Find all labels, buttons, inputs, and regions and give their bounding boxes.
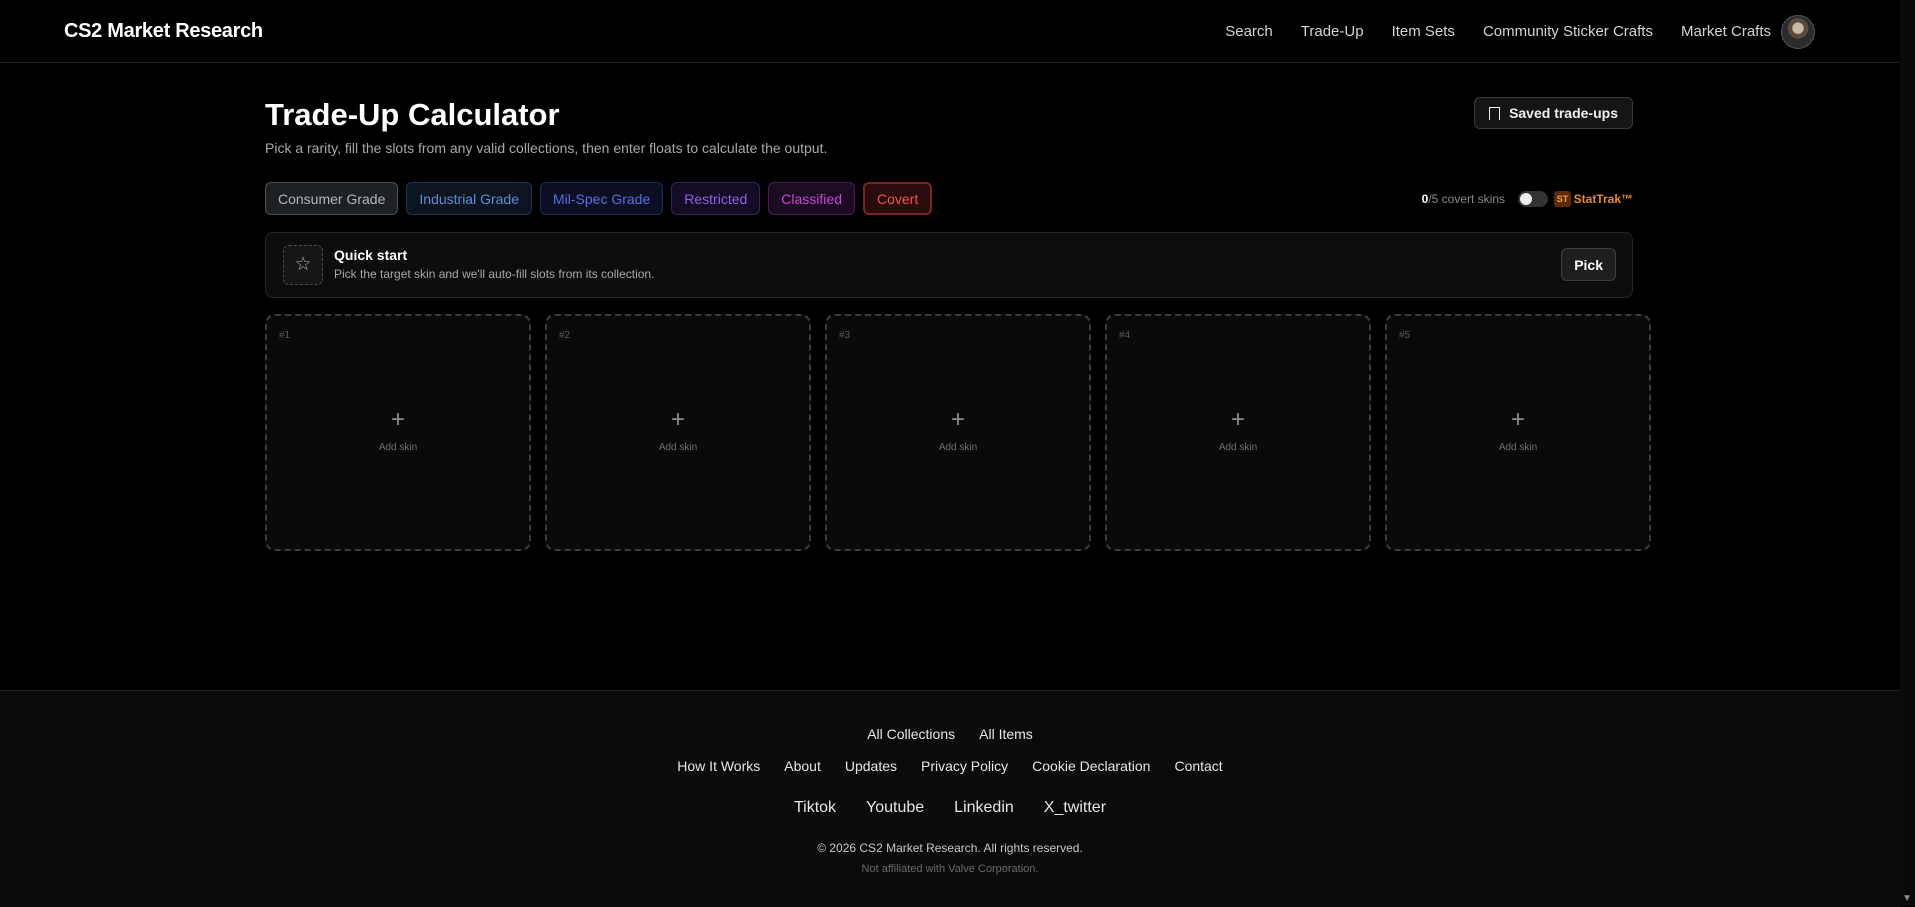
brand-logo[interactable]: CS2 Market Research xyxy=(64,20,263,43)
footer-social-links: Tiktok Youtube Linkedin X_twitter xyxy=(0,799,1900,817)
stattrak-label: StatTrak™ xyxy=(1573,192,1633,206)
stattrak-badge: ST xyxy=(1554,191,1571,207)
plus-icon: + xyxy=(390,406,405,433)
star-icon: ☆ xyxy=(283,245,323,285)
footer-link-all-items[interactable]: All Items xyxy=(979,726,1033,742)
add-skin-label: Add skin xyxy=(658,442,698,453)
footer-link-privacy-policy[interactable]: Privacy Policy xyxy=(921,758,1008,774)
footer-link-x-twitter[interactable]: X_twitter xyxy=(1044,799,1106,817)
slot-number: #2 xyxy=(559,330,571,341)
plus-icon: + xyxy=(950,406,965,433)
page-title: Trade-Up Calculator xyxy=(265,97,560,132)
quick-start-panel: ☆ Quick start Pick the target skin and w… xyxy=(265,232,1633,298)
skin-slot-2[interactable]: #2 + Add skin xyxy=(545,314,811,551)
footer-link-about[interactable]: About xyxy=(784,758,821,774)
site-header: CS2 Market Research Search Trade-Up Item… xyxy=(0,0,1900,63)
slot-number: #5 xyxy=(1399,330,1411,341)
add-skin-label: Add skin xyxy=(938,442,978,453)
user-avatar[interactable] xyxy=(1781,15,1815,49)
slot-number: #3 xyxy=(839,330,851,341)
footer-link-youtube[interactable]: Youtube xyxy=(866,799,924,817)
footer-link-cookie-declaration[interactable]: Cookie Declaration xyxy=(1032,758,1150,774)
add-skin-label: Add skin xyxy=(378,442,418,453)
saved-trade-ups-button[interactable]: Saved trade-ups xyxy=(1474,97,1633,129)
slot-number: #1 xyxy=(279,330,291,341)
disclaimer-text: Not affiliated with Valve Corporation. xyxy=(861,863,1039,875)
add-skin-label: Add skin xyxy=(1218,442,1258,453)
toggle-knob xyxy=(1520,193,1532,205)
skin-slot-3[interactable]: #3 + Add skin xyxy=(825,314,1091,551)
nav-market-crafts[interactable]: Market Crafts xyxy=(1681,23,1771,40)
nav-community-sticker-crafts[interactable]: Community Sticker Crafts xyxy=(1483,23,1653,40)
trade-up-slots: #1 + Add skin #2 + Add skin #3 + Add ski… xyxy=(265,314,1651,551)
rarity-selector: Consumer Grade Industrial Grade Mil-Spec… xyxy=(265,182,940,215)
slot-number: #4 xyxy=(1119,330,1131,341)
footer-link-tiktok[interactable]: Tiktok xyxy=(794,799,836,817)
rarity-classified[interactable]: Classified xyxy=(768,182,855,215)
skin-slot-4[interactable]: #4 + Add skin xyxy=(1105,314,1371,551)
bookmark-icon xyxy=(1489,106,1501,120)
rarity-consumer-grade[interactable]: Consumer Grade xyxy=(265,182,399,215)
plus-icon: + xyxy=(670,406,685,433)
quick-start-description: Pick the target skin and we'll auto-fill… xyxy=(334,267,655,281)
skin-slot-1[interactable]: #1 + Add skin xyxy=(265,314,531,551)
footer-link-contact[interactable]: Contact xyxy=(1174,758,1222,774)
skin-slot-5[interactable]: #5 + Add skin xyxy=(1385,314,1651,551)
slot-counter: 0/5 covert skins xyxy=(1422,192,1505,206)
main-nav: Search Trade-Up Item Sets Community Stic… xyxy=(1197,0,1790,62)
scrollbar[interactable]: ▼ xyxy=(1900,0,1915,906)
footer-link-updates[interactable]: Updates xyxy=(845,758,897,774)
plus-icon: + xyxy=(1510,406,1525,433)
footer-link-all-collections[interactable]: All Collections xyxy=(867,726,955,742)
add-skin-label: Add skin xyxy=(1498,442,1538,453)
pick-button[interactable]: Pick xyxy=(1561,248,1616,281)
footer-primary-links: All Collections All Items xyxy=(0,726,1900,742)
rarity-restricted[interactable]: Restricted xyxy=(671,182,761,215)
slot-counter-total: /5 covert skins xyxy=(1428,192,1505,206)
scroll-down-icon[interactable]: ▼ xyxy=(1902,893,1912,904)
nav-item-sets[interactable]: Item Sets xyxy=(1392,23,1455,40)
nav-search[interactable]: Search xyxy=(1225,23,1273,40)
footer-link-how-it-works[interactable]: How It Works xyxy=(677,758,760,774)
footer-link-linkedin[interactable]: Linkedin xyxy=(954,799,1014,817)
footer-info-links: How It Works About Updates Privacy Polic… xyxy=(0,758,1900,774)
page-subtitle: Pick a rarity, fill the slots from any v… xyxy=(265,140,828,156)
plus-icon: + xyxy=(1230,406,1245,433)
quick-start-title: Quick start xyxy=(334,247,408,263)
nav-trade-up[interactable]: Trade-Up xyxy=(1301,23,1364,40)
rarity-industrial-grade[interactable]: Industrial Grade xyxy=(406,182,532,215)
stattrak-toggle[interactable] xyxy=(1518,191,1548,207)
rarity-mil-spec-grade[interactable]: Mil-Spec Grade xyxy=(540,182,664,215)
copyright-text: © 2026 CS2 Market Research. All rights r… xyxy=(817,841,1083,855)
site-footer: All Collections All Items How It Works A… xyxy=(0,690,1900,907)
saved-trade-ups-label: Saved trade-ups xyxy=(1509,105,1618,121)
rarity-covert[interactable]: Covert xyxy=(863,182,933,215)
